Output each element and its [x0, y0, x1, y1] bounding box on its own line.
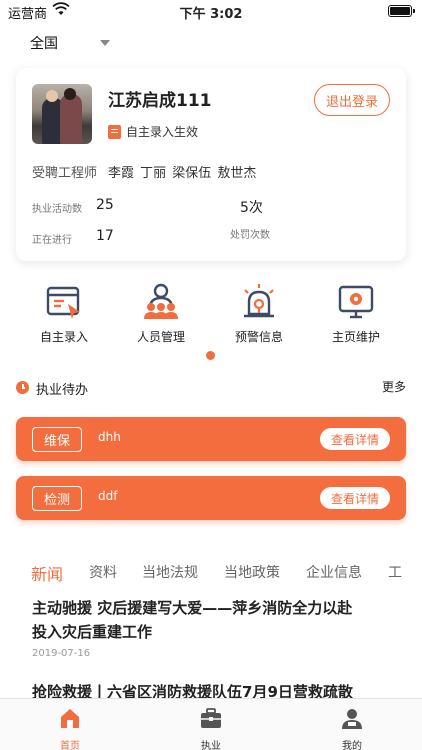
- news-date: 2019-07-16: [32, 648, 91, 659]
- engineers-list: 李霞 丁丽 梁保伍 敖世杰: [108, 166, 257, 181]
- tab-materials[interactable]: 资料: [89, 562, 117, 582]
- region-label: 全国: [30, 36, 58, 52]
- quick-item-label: 人员管理: [136, 330, 185, 344]
- in-progress-value: 17: [96, 228, 114, 244]
- tab-home[interactable]: 首页: [0, 699, 140, 750]
- tab-mine[interactable]: 我的: [282, 699, 422, 750]
- company-name: 江苏启成111: [108, 91, 212, 111]
- user-icon: [342, 709, 362, 729]
- news-tabs: 新闻 资料 当地法规 当地政策 企业信息 工: [0, 562, 422, 588]
- task-name: ddf: [98, 489, 118, 503]
- tab-more-partial[interactable]: 工: [388, 562, 402, 582]
- task-name: dhh: [98, 430, 121, 444]
- battery-icon: [388, 5, 415, 17]
- people-icon: [144, 283, 178, 319]
- engineers-label: 受聘工程师: [32, 166, 98, 181]
- task-card[interactable]: 检测 ddf 查看详情: [16, 476, 406, 520]
- chevron-down-icon[interactable]: [100, 40, 110, 46]
- todo-header: 执业待办 更多: [16, 378, 406, 398]
- quick-item-label: 自主录入: [39, 330, 88, 344]
- tab-practice[interactable]: 执业: [141, 699, 281, 750]
- activity-count-value: 25: [96, 197, 114, 213]
- logout-button[interactable]: 退出登录: [314, 84, 390, 116]
- document-icon: [108, 124, 121, 139]
- more-link[interactable]: 更多: [382, 378, 406, 395]
- quick-item-people[interactable]: 人员管理: [116, 280, 206, 346]
- status-bar: 运营商 下午 3:02: [0, 0, 422, 22]
- tab-label: 首页: [60, 741, 80, 750]
- tab-label: 我的: [342, 741, 362, 750]
- tab-local-policies[interactable]: 当地政策: [224, 562, 280, 582]
- bottom-tab-bar: 首页 执业 我的: [0, 698, 422, 750]
- monitor-gear-icon: [338, 285, 374, 319]
- quick-item-homepage[interactable]: 主页维护: [311, 280, 401, 346]
- tab-local-regulations[interactable]: 当地法规: [142, 562, 198, 582]
- task-tag: 维保: [32, 427, 82, 452]
- quick-item-alarm[interactable]: 预警信息: [214, 280, 304, 346]
- company-profile-card: 江苏启成111 自主录入生效 退出登录 受聘工程师 李霞 丁丽 梁保伍 敖世杰 …: [16, 68, 406, 261]
- task-card[interactable]: 维保 dhh 查看详情: [16, 417, 406, 461]
- quick-item-label: 主页维护: [331, 330, 380, 344]
- briefcase-icon: [201, 708, 221, 728]
- news-title-line[interactable]: 主动驰援 灾后援建写大爱——萍乡消防全力以赴: [32, 596, 392, 620]
- view-details-button[interactable]: 查看详情: [320, 428, 390, 450]
- quick-menu: 自主录入 人员管理 预警信息 主页维护: [0, 280, 422, 350]
- view-details-button[interactable]: 查看详情: [320, 487, 390, 509]
- news-title-line[interactable]: 投入灾后重建工作: [32, 620, 392, 644]
- region-selector[interactable]: 全国: [30, 33, 58, 53]
- status-text: 自主录入生效: [126, 125, 199, 139]
- in-progress-label: 正在进行: [32, 235, 72, 246]
- todo-title: 执业待办: [36, 383, 89, 398]
- activity-count-label: 执业活动数: [32, 204, 82, 215]
- quick-item-label: 预警信息: [234, 330, 283, 344]
- tab-news[interactable]: 新闻: [31, 562, 63, 585]
- status-badge: 自主录入生效: [108, 123, 198, 140]
- page-indicator-dot: [206, 351, 215, 360]
- task-tag: 检测: [32, 486, 82, 511]
- clock-time: 下午 3:02: [179, 7, 243, 22]
- quick-item-entry[interactable]: 自主录入: [19, 280, 109, 346]
- alarm-icon: [244, 284, 274, 318]
- avatar: [32, 84, 92, 144]
- tab-company-info[interactable]: 企业信息: [306, 562, 362, 582]
- home-icon: [61, 709, 79, 728]
- penalty-count-label: 处罚次数: [230, 230, 270, 241]
- entry-icon: [46, 286, 80, 319]
- clock-icon: [16, 381, 29, 394]
- penalty-count-value: 5次: [240, 200, 263, 216]
- tab-label: 执业: [201, 741, 221, 750]
